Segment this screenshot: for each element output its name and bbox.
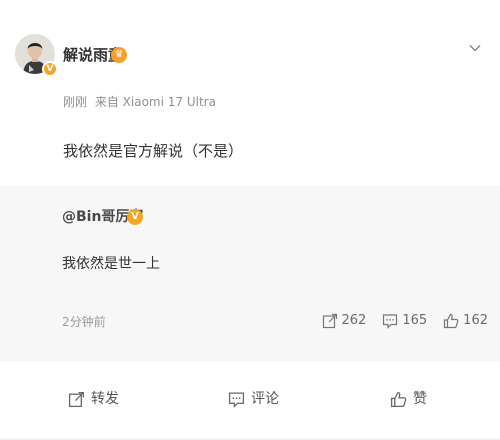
- repost-like-stat[interactable]: 162: [443, 313, 488, 329]
- repost-comment-stat[interactable]: 165: [382, 313, 427, 329]
- repost-time: 2分钟前: [62, 315, 106, 329]
- comment-count: 165: [402, 313, 428, 328]
- repost-share-stat[interactable]: 262: [322, 313, 367, 329]
- post-source: 来自 Xiaomi 17 Ultra: [94, 95, 216, 109]
- repost-label: 转发: [91, 391, 119, 407]
- action-bar: 转发 评论 赞: [0, 362, 500, 438]
- comment-label: 评论: [251, 391, 279, 407]
- weibo-post-view: V 解说雨童 ♛ 刚刚 来自 Xiaomi 17 Ultra 我依然是官方解说（…: [0, 0, 500, 440]
- vip-crown-icon[interactable]: ♛: [111, 47, 127, 63]
- thumbs-up-icon: [443, 313, 459, 329]
- repost-stats: 262 165 162: [306, 311, 488, 331]
- verified-badge-icon: V: [42, 61, 58, 77]
- share-icon: [68, 391, 85, 408]
- chevron-down-icon[interactable]: [467, 40, 483, 56]
- thumbs-up-icon: [390, 391, 407, 408]
- share-icon: [322, 313, 338, 329]
- post-time: 刚刚: [63, 95, 88, 109]
- post-text: 我依然是官方解说（不是）: [63, 142, 244, 160]
- post-meta: 刚刚 来自 Xiaomi 17 Ultra: [63, 94, 216, 110]
- avatar[interactable]: V: [15, 34, 58, 77]
- post-card: V 解说雨童 ♛ 刚刚 来自 Xiaomi 17 Ultra 我依然是官方解说（…: [0, 0, 500, 186]
- repost-text: 我依然是世一上: [62, 256, 160, 272]
- like-count: 162: [463, 313, 488, 328]
- repost-button[interactable]: 转发: [68, 388, 119, 410]
- repost-card[interactable]: @Bin哥厉害 V 我依然是世一上 2分钟前 262 165 162: [0, 186, 500, 362]
- comment-button[interactable]: 评论: [228, 388, 279, 410]
- like-label: 赞: [413, 391, 427, 407]
- like-button[interactable]: 赞: [390, 388, 427, 410]
- share-count: 262: [341, 313, 367, 328]
- verified-badge-icon: V: [127, 209, 143, 225]
- comment-icon: [382, 313, 398, 329]
- comment-icon: [228, 391, 245, 408]
